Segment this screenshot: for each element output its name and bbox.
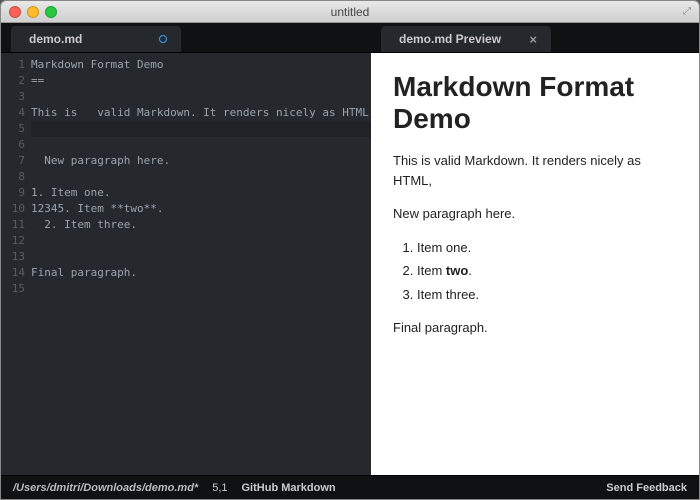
editor-line[interactable] <box>31 89 371 105</box>
editor-line[interactable] <box>31 233 371 249</box>
line-number: 8 <box>1 169 25 185</box>
editor-line[interactable]: New paragraph here. <box>31 153 371 169</box>
editor-line[interactable]: Markdown Format Demo <box>31 57 371 73</box>
editor-line[interactable] <box>31 121 371 137</box>
preview-list: Item one. Item two. Item three. <box>417 238 677 305</box>
tab-label: demo.md <box>29 32 82 46</box>
line-number: 6 <box>1 137 25 153</box>
split-content: 123456789101112131415 Markdown Format De… <box>1 53 699 475</box>
preview-pane: Markdown Format Demo This is valid Markd… <box>371 53 699 475</box>
editor-line[interactable]: 1. Item one. <box>31 185 371 201</box>
line-number: 1 <box>1 57 25 73</box>
line-number: 3 <box>1 89 25 105</box>
tab-editor[interactable]: demo.md <box>11 26 181 52</box>
modified-indicator-icon <box>159 35 167 43</box>
traffic-lights <box>9 6 57 18</box>
list-item: Item one. <box>417 238 677 258</box>
line-number: 9 <box>1 185 25 201</box>
line-gutter: 123456789101112131415 <box>1 57 31 475</box>
app-window: untitled ⤢ demo.md demo.md Preview × 123… <box>0 0 700 500</box>
preview-paragraph: Final paragraph. <box>393 318 677 338</box>
tab-preview[interactable]: demo.md Preview × <box>381 26 551 52</box>
editor-line[interactable] <box>31 249 371 265</box>
list-item: Item three. <box>417 285 677 305</box>
tab-label: demo.md Preview <box>399 32 501 46</box>
window-title: untitled <box>1 5 699 19</box>
status-mode[interactable]: GitHub Markdown <box>242 482 336 494</box>
line-number: 7 <box>1 153 25 169</box>
editor-line[interactable]: Final paragraph. <box>31 265 371 281</box>
preview-paragraph: This is valid Markdown. It renders nicel… <box>393 151 677 190</box>
editor-line[interactable]: 12345. Item **two**. <box>31 201 371 217</box>
editor-pane[interactable]: 123456789101112131415 Markdown Format De… <box>1 53 371 475</box>
line-number: 14 <box>1 265 25 281</box>
editor-line[interactable] <box>31 169 371 185</box>
resize-icon[interactable]: ⤢ <box>683 6 691 17</box>
line-number: 4 <box>1 105 25 121</box>
line-number: 13 <box>1 249 25 265</box>
preview-heading: Markdown Format Demo <box>393 71 677 135</box>
maximize-icon[interactable] <box>45 6 57 18</box>
list-item: Item two. <box>417 261 677 281</box>
editor-line[interactable]: 2. Item three. <box>31 217 371 233</box>
editor-line[interactable]: == <box>31 73 371 89</box>
status-path: /Users/dmitri/Downloads/demo.md* <box>13 482 198 494</box>
preview-paragraph: New paragraph here. <box>393 204 677 224</box>
titlebar: untitled ⤢ <box>1 1 699 23</box>
line-number: 10 <box>1 201 25 217</box>
editor-line[interactable] <box>31 137 371 153</box>
line-number: 2 <box>1 73 25 89</box>
editor-lines[interactable]: Markdown Format Demo== This is valid Mark… <box>31 57 371 475</box>
close-icon[interactable] <box>9 6 21 18</box>
status-cursor: 5,1 <box>212 482 227 494</box>
line-number: 5 <box>1 121 25 137</box>
status-bar: /Users/dmitri/Downloads/demo.md* 5,1 Git… <box>1 475 699 499</box>
minimize-icon[interactable] <box>27 6 39 18</box>
send-feedback-link[interactable]: Send Feedback <box>606 482 687 494</box>
close-tab-icon[interactable]: × <box>529 32 537 47</box>
editor-line[interactable]: This is valid Markdown. It renders nicel… <box>31 105 371 121</box>
editor-line[interactable] <box>31 281 371 297</box>
line-number: 15 <box>1 281 25 297</box>
line-number: 12 <box>1 233 25 249</box>
tab-bar: demo.md demo.md Preview × <box>1 23 699 53</box>
line-number: 11 <box>1 217 25 233</box>
